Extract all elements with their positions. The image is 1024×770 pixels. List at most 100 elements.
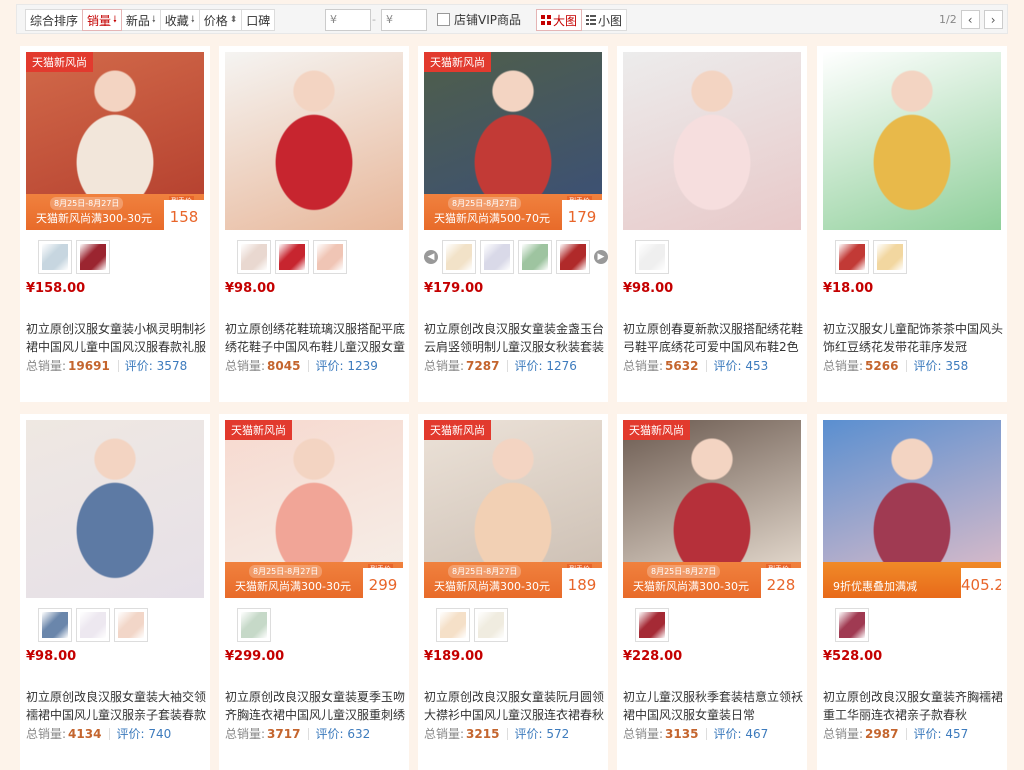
sales-label: 总销量: (623, 727, 664, 741)
sort-reputation-button[interactable]: 口碑 (241, 9, 276, 31)
product-card[interactable]: ¥18.00 初立汉服女儿童配饰茶茶中国风头饰红豆绣花发带花菲序发冠 总销量: … (817, 46, 1007, 402)
reviews-link[interactable]: 评价: 632 (315, 725, 370, 742)
promo-text: 天猫新风尚满300-30元 (434, 580, 550, 593)
color-swatch[interactable] (518, 240, 552, 274)
vip-filter-label: 店铺VIP商品 (454, 13, 521, 27)
color-swatch[interactable] (835, 240, 869, 274)
product-image[interactable]: 天猫新风尚 8月25日-8月27日 天猫新风尚满300-30元 到手价 228 (623, 420, 801, 598)
product-title-link[interactable]: 初立原创改良汉服女童装阮月圆领大襟衫中国风儿童汉服连衣裙春秋 (424, 688, 606, 722)
sort-new-button[interactable]: 新品 🠗 (120, 9, 161, 31)
product-image[interactable]: 天猫新风尚 8月25日-8月27日 天猫新风尚满300-30元 到手价 158 (26, 52, 204, 230)
promo-price: 189 (562, 568, 602, 598)
price-max-input[interactable]: ¥ (381, 9, 427, 31)
sort-sales-button[interactable]: 销量 🠗 (82, 9, 122, 31)
large-view-button[interactable]: 大图 (536, 9, 583, 31)
reviews-link[interactable]: 评价: 457 (913, 725, 968, 742)
product-card[interactable]: 天猫新风尚 8月25日-8月27日 天猫新风尚满300-30元 到手价 299 … (219, 414, 409, 770)
reviews-link[interactable]: 评价: 467 (713, 725, 768, 742)
sort-favorites-button[interactable]: 收藏 🠗 (159, 9, 200, 31)
color-swatch[interactable] (635, 240, 669, 274)
product-price: ¥98.00 (623, 281, 674, 296)
product-title-link[interactable]: 初立原创改良汉服女童装金盏玉台云肩竖领明制儿童汉服女秋装套装 (424, 320, 606, 354)
reviews-link[interactable]: 评价: 1239 (315, 357, 377, 374)
color-swatch[interactable] (76, 608, 110, 642)
color-swatch[interactable] (556, 240, 590, 274)
swatch-list (436, 608, 508, 642)
reviews-link[interactable]: 评价: 358 (913, 357, 968, 374)
color-swatch[interactable] (114, 608, 148, 642)
product-card[interactable]: 9折优惠叠加满减 405.2 ¥528.00 初立原创改良汉服女童装齐胸襦裙重工… (817, 414, 1007, 770)
price-min-input[interactable]: ¥ (325, 9, 371, 31)
product-image[interactable] (225, 52, 403, 230)
product-image[interactable]: 天猫新风尚 8月25日-8月27日 天猫新风尚满300-30元 到手价 299 (225, 420, 403, 598)
large-view-label: 大图 (553, 13, 578, 28)
color-swatch[interactable] (480, 240, 514, 274)
color-swatch[interactable] (474, 608, 508, 642)
color-swatch[interactable] (38, 608, 72, 642)
reviews-link[interactable]: 评价: 1276 (514, 357, 576, 374)
product-card[interactable]: 天猫新风尚 8月25日-8月27日 天猫新风尚满500-70元 到手价 179 … (418, 46, 608, 402)
product-title-link[interactable]: 初立原创改良汉服女童装夏季玉吻齐胸连衣裙中国风儿童汉服重刺绣 (225, 688, 407, 722)
product-image[interactable]: 天猫新风尚 8月25日-8月27日 天猫新风尚满500-70元 到手价 179 (424, 52, 602, 230)
color-swatch[interactable] (313, 240, 347, 274)
product-stats: 总销量: 5632 评价: 453 (623, 357, 768, 374)
swatch-list (237, 608, 271, 642)
sales-count: 3135 (665, 726, 699, 741)
product-image[interactable] (823, 52, 1001, 230)
product-image[interactable] (623, 52, 801, 230)
product-photo (823, 52, 1001, 230)
sort-favorites-label: 收藏 (164, 13, 189, 28)
color-swatch[interactable] (38, 240, 72, 274)
reviews-link[interactable]: 评价: 3578 (125, 357, 187, 374)
small-view-label: 小图 (598, 13, 623, 28)
reviews-count: 740 (148, 727, 172, 741)
sales-count: 5632 (665, 358, 699, 373)
color-swatch[interactable] (835, 608, 869, 642)
product-title-link[interactable]: 初立汉服女儿童配饰茶茶中国风头饰红豆绣花发带花菲序发冠 (823, 320, 1005, 354)
product-card[interactable]: 天猫新风尚 8月25日-8月27日 天猫新风尚满300-30元 到手价 228 … (617, 414, 807, 770)
color-swatch[interactable] (237, 608, 271, 642)
product-card[interactable]: ¥98.00 初立原创改良汉服女童装大袖交领襦裙中国风儿童汉服亲子套装春款 总销… (20, 414, 210, 770)
product-title-link[interactable]: 初立原创汉服女童装小枫灵明制衫裙中国风儿童中国风汉服春款礼服 (26, 320, 208, 354)
promo-date: 8月25日-8月27日 (448, 197, 522, 210)
prev-page-button[interactable]: ‹ (960, 10, 980, 29)
promo-banner: 8月25日-8月27日 天猫新风尚满300-30元 到手价 228 (623, 562, 801, 598)
reviews-link[interactable]: 评价: 740 (116, 725, 171, 742)
product-title-link[interactable]: 初立儿童汉服秋季套装桔意立领袄裙中国风汉服女童装日常 (623, 688, 805, 722)
sort-comprehensive-button[interactable]: 综合排序 (25, 9, 84, 31)
color-swatch[interactable] (76, 240, 110, 274)
swatch-next-button[interactable]: ▶ (594, 250, 608, 264)
color-swatch[interactable] (635, 608, 669, 642)
next-page-button[interactable]: › (983, 10, 1003, 29)
product-price: ¥98.00 (225, 281, 276, 296)
product-card[interactable]: 天猫新风尚 8月25日-8月27日 天猫新风尚满300-30元 到手价 189 … (418, 414, 608, 770)
sales-count: 4134 (68, 726, 102, 741)
product-image[interactable]: 天猫新风尚 8月25日-8月27日 天猫新风尚满300-30元 到手价 189 (424, 420, 602, 598)
sales-label: 总销量: (424, 359, 465, 373)
sort-price-button[interactable]: 价格 ⬍ (198, 9, 243, 31)
product-card[interactable]: ¥98.00 初立原创绣花鞋琉璃汉服搭配平底绣花鞋子中国风布鞋儿童汉服女童 总销… (219, 46, 409, 402)
product-title-link[interactable]: 初立原创绣花鞋琉璃汉服搭配平底绣花鞋子中国风布鞋儿童汉服女童 (225, 320, 407, 354)
small-view-button[interactable]: 小图 (581, 9, 628, 31)
swatch-list (38, 240, 110, 274)
reviews-link[interactable]: 评价: 453 (713, 357, 768, 374)
product-title-link[interactable]: 初立原创改良汉服女童装齐胸襦裙重工华丽连衣裙亲子款春秋 (823, 688, 1005, 722)
promo-date: 8月25日-8月27日 (647, 565, 721, 578)
product-image[interactable] (26, 420, 204, 598)
product-title-link[interactable]: 初立原创改良汉服女童装大袖交领襦裙中国风儿童汉服亲子套装春款 (26, 688, 208, 722)
product-card[interactable]: ¥98.00 初立原创春夏新款汉服搭配绣花鞋弓鞋平底绣花可爱中国风布鞋2色 总销… (617, 46, 807, 402)
swatch-prev-button[interactable]: ◀ (424, 250, 438, 264)
product-image[interactable]: 9折优惠叠加满减 405.2 (823, 420, 1001, 598)
color-swatch[interactable] (873, 240, 907, 274)
product-stats: 总销量: 4134 评价: 740 (26, 725, 171, 742)
product-card[interactable]: 天猫新风尚 8月25日-8月27日 天猫新风尚满300-30元 到手价 158 … (20, 46, 210, 402)
vip-filter-checkbox[interactable]: 店铺VIP商品 (437, 11, 521, 28)
sales-label: 总销量: (26, 359, 67, 373)
color-swatch[interactable] (442, 240, 476, 274)
list-icon (586, 15, 597, 25)
reviews-link[interactable]: 评价: 572 (514, 725, 569, 742)
color-swatch[interactable] (237, 240, 271, 274)
color-swatch[interactable] (436, 608, 470, 642)
product-title-link[interactable]: 初立原创春夏新款汉服搭配绣花鞋弓鞋平底绣花可爱中国风布鞋2色 (623, 320, 805, 354)
color-swatch[interactable] (275, 240, 309, 274)
